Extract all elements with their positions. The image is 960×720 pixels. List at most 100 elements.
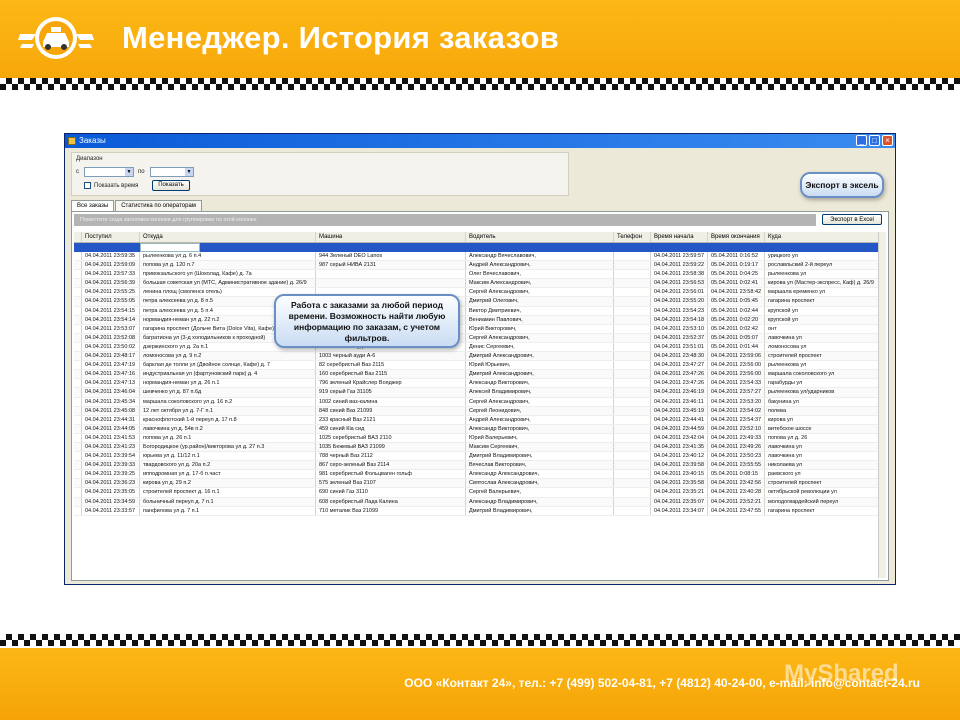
table-row[interactable]: 04.04.2011 23:35:05 строителей проспект д…: [74, 488, 880, 498]
from-label: с: [76, 169, 79, 175]
table-row[interactable]: 04.04.2011 23:54:14 нормандия-неман ул д.…: [74, 315, 880, 325]
row-indicator: [74, 252, 82, 261]
col-end-time[interactable]: Время окончания: [708, 232, 765, 242]
window-titlebar[interactable]: Заказы _ □ ×: [65, 134, 895, 148]
col-phone[interactable]: Телефон: [614, 232, 651, 242]
table-row[interactable]: 04.04.2011 23:53:07 гагарина проспект (До…: [74, 324, 880, 334]
table-row[interactable]: 04.04.2011 23:55:25 ленина площ (смоленск…: [74, 288, 880, 298]
filter-icon[interactable]: [74, 243, 140, 252]
cell-car: 1035 Бежевый ВАЗ 21099: [316, 442, 466, 452]
cell-received: 04.04.2011 23:45:34: [82, 397, 140, 406]
cell-received: 04.04.2011 23:54:15: [82, 306, 140, 315]
cell-end-time: 04.04.2011 23:58:42: [708, 288, 765, 297]
show-time-checkbox[interactable]: [84, 182, 91, 189]
row-indicator: [74, 261, 82, 270]
table-row[interactable]: 04.04.2011 23:47:13 нормандия-неман ул д.…: [74, 379, 880, 389]
cell-car: 1002 синий ваз-калина: [316, 397, 466, 406]
cell-to: кирова ул (Мастер-экспресс, Каф) д. 26/9: [765, 279, 880, 288]
window-title: Заказы: [79, 136, 106, 145]
export-excel-button[interactable]: Экспорт в Excel: [822, 214, 882, 225]
cell-car: [316, 279, 466, 288]
table-header: Поступил Откуда Машина Водитель Телефон …: [74, 232, 880, 243]
filter-row[interactable]: [74, 243, 880, 252]
table-row[interactable]: 04.04.2011 23:54:15 петра алексеева ул д.…: [74, 306, 880, 316]
table-row[interactable]: 04.04.2011 23:39:33 твардовского ул д. 20…: [74, 461, 880, 471]
maximize-icon[interactable]: □: [869, 135, 880, 146]
cell-from: панфилова ул д. 7 п.1: [140, 506, 316, 515]
table-row[interactable]: 04.04.2011 23:57:33 привокзальского ул (Ш…: [74, 270, 880, 280]
col-start-time[interactable]: Время начала: [651, 232, 708, 242]
row-indicator: [74, 488, 82, 497]
row-indicator: [74, 297, 82, 306]
table-row[interactable]: 04.04.2011 23:48:17 ломоносова ул д. 9 п.…: [74, 352, 880, 362]
row-indicator: [74, 497, 82, 506]
cell-from: твардовского ул д. 20а п.2: [140, 461, 316, 470]
row-indicator: [74, 306, 82, 315]
cell-end-time: 05.04.2011 0:02:44: [708, 306, 765, 315]
cell-start-time: 04.04.2011 23:54:18: [651, 315, 708, 324]
chevron-down-icon[interactable]: ▼: [125, 168, 133, 176]
cell-start-time: 04.04.2011 23:42:04: [651, 433, 708, 442]
table-row[interactable]: 04.04.2011 23:39:25 ипподромная ул д. 17-…: [74, 470, 880, 480]
table-row[interactable]: 04.04.2011 23:41:53 попова ул д. 26 п.1 10…: [74, 433, 880, 443]
table-row[interactable]: 04.04.2011 23:56:39 большая советская ул …: [74, 279, 880, 289]
cell-phone: [614, 352, 651, 361]
col-driver[interactable]: Водитель: [466, 232, 614, 242]
cell-from: попова ул д. 120 п.7: [140, 261, 316, 270]
cell-start-time: 04.04.2011 23:56:01: [651, 288, 708, 297]
table-row[interactable]: 04.04.2011 23:46:04 шевченко ул д. 87 п.6…: [74, 388, 880, 398]
table-row[interactable]: 04.04.2011 23:50:02 дзержинского ул д. 2а…: [74, 342, 880, 353]
cell-driver: Максим Александрович,: [466, 279, 614, 288]
group-by-area[interactable]: Поместите сюда заголовок колонки для гру…: [74, 214, 816, 226]
close-icon[interactable]: ×: [882, 135, 893, 146]
cell-phone: [614, 324, 651, 333]
cell-car: 987 серый НИВА 2131: [316, 261, 466, 270]
cell-phone: [614, 488, 651, 497]
cell-to: строителей проспект: [765, 352, 880, 361]
table-row[interactable]: 04.04.2011 23:44:31 краснофлотский 1-й пе…: [74, 415, 880, 425]
table-row[interactable]: 04.04.2011 23:33:57 панфилова ул д. 7 п.1…: [74, 506, 880, 516]
col-to[interactable]: Куда: [765, 232, 880, 242]
row-indicator: [74, 461, 82, 470]
table-row[interactable]: 04.04.2011 23:45:08 12 лет октября ул д. …: [74, 406, 880, 416]
cell-end-time: 04.04.2011 23:54:33: [708, 379, 765, 388]
row-indicator: [74, 406, 82, 415]
col-received[interactable]: Поступил: [82, 232, 140, 242]
table-row[interactable]: 04.04.2011 23:36:23 кирова ул д. 29 п.2 57…: [74, 479, 880, 489]
cell-phone: [614, 315, 651, 324]
cell-end-time: 05.04.2011 0:05:07: [708, 333, 765, 342]
table-row[interactable]: 04.04.2011 23:39:54 юрьева ул д. 11/12 п.…: [74, 452, 880, 462]
filter-input[interactable]: [140, 243, 200, 252]
cell-driver: Алексей Владимирович,: [466, 388, 614, 397]
cell-from: ломоносова ул д. 9 п.2: [140, 352, 316, 361]
show-button[interactable]: Показать: [152, 180, 190, 191]
chevron-down-icon[interactable]: ▼: [185, 168, 193, 176]
cell-driver: Александр Викторович,: [466, 379, 614, 388]
cell-to: крупской ул: [765, 306, 880, 315]
date-from-picker[interactable]: ▼: [84, 167, 134, 177]
row-indicator: [74, 388, 82, 397]
cell-car: 82 серебристый Ваз 2115: [316, 361, 466, 370]
table-row[interactable]: 04.04.2011 23:34:59 больничный переул д. …: [74, 497, 880, 507]
table-row[interactable]: 04.04.2011 23:59:09 попова ул д. 120 п.7 9…: [74, 261, 880, 271]
vertical-scrollbar[interactable]: [878, 232, 886, 578]
cell-to: бакунина ул: [765, 397, 880, 406]
table-row[interactable]: 04.04.2011 23:45:34 маршала соколовского …: [74, 397, 880, 407]
table-row[interactable]: 04.04.2011 23:47:16 индустриальная ул (фа…: [74, 370, 880, 380]
table-row[interactable]: 04.04.2011 23:52:08 багратиона ул (3-д хо…: [74, 333, 880, 343]
table-row[interactable]: 04.04.2011 23:44:05 лавочкина ул д. 54в п…: [74, 424, 880, 434]
cell-phone: [614, 479, 651, 488]
col-car[interactable]: Машина: [316, 232, 466, 242]
cell-start-time: 04.04.2011 23:47:26: [651, 370, 708, 379]
cell-start-time: 04.04.2011 23:46:19: [651, 388, 708, 397]
cell-to: гагарина проспект: [765, 506, 880, 515]
table-row[interactable]: 04.04.2011 23:41:23 Богородицкое (ур.райо…: [74, 442, 880, 453]
cell-phone: [614, 333, 651, 342]
minimize-icon[interactable]: _: [856, 135, 867, 146]
date-to-picker[interactable]: ▼: [150, 167, 194, 177]
table-row[interactable]: 04.04.2011 23:59:35 рылеенкова ул д. 6 п.…: [74, 252, 880, 262]
col-from[interactable]: Откуда: [140, 232, 316, 242]
cell-end-time: 04.04.2011 23:56:00: [708, 370, 765, 379]
table-row[interactable]: 04.04.2011 23:55:05 петра алексеева ул д.…: [74, 297, 880, 307]
table-row[interactable]: 04.04.2011 23:47:19 барклая де толли ул (…: [74, 361, 880, 371]
